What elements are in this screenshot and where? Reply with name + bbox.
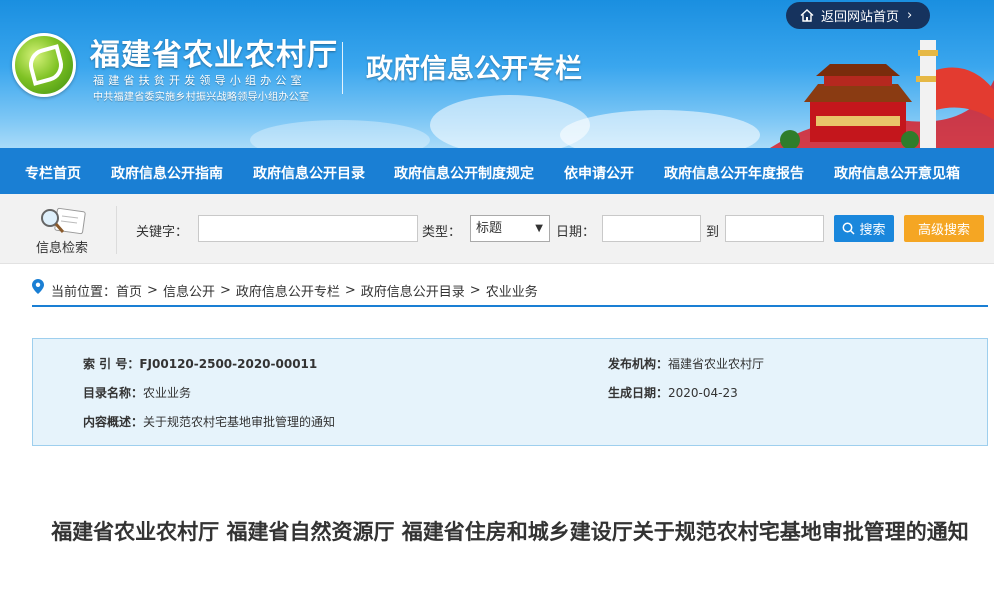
breadcrumb-prefix: 当前位置： (51, 284, 117, 300)
search-divider (116, 206, 117, 254)
keyword-input[interactable] (198, 215, 418, 242)
info-catalog: 目录名称：农业业务 (83, 384, 191, 401)
site-name: 福建省农业农村厅 (90, 38, 338, 73)
advanced-search-label: 高级搜索 (917, 223, 970, 238)
nav-item-annual-report[interactable]: 政府信息公开年度报告 (664, 163, 804, 183)
info-date: 生成日期：2020-04-23 (608, 384, 738, 401)
advanced-search-button[interactable]: 高级搜索 (904, 215, 984, 242)
nav-item-regulations[interactable]: 政府信息公开制度规定 (394, 163, 534, 183)
breadcrumb-item-home[interactable]: 首页 (116, 281, 142, 300)
search-section-label: 信息检索 (36, 241, 89, 256)
breadcrumb-item-agriculture[interactable]: 农业业务 (486, 281, 538, 300)
date-to-label: 到 (706, 225, 720, 240)
info-publisher-value: 福建省农业农村厅 (668, 357, 765, 371)
return-home-button[interactable]: 返回网站首页 › (786, 2, 930, 29)
return-home-label: 返回网站首页 (821, 10, 900, 25)
info-summary: 内容概述：关于规范农村宅基地审批管理的通知 (83, 413, 335, 430)
nav-item-application[interactable]: 依申请公开 (564, 163, 634, 183)
tiananmen-illustration (770, 40, 994, 148)
info-date-key: 生成日期： (608, 386, 669, 400)
nav-item-column-home[interactable]: 专栏首页 (25, 163, 81, 183)
site-subtitle-1: 福建省扶贫开发领导小组办公室 (93, 74, 306, 87)
home-icon (800, 9, 814, 22)
main-nav: 专栏首页 政府信息公开指南 政府信息公开目录 政府信息公开制度规定 依申请公开 … (0, 148, 994, 194)
date-to-input[interactable] (725, 215, 824, 242)
info-catalog-key: 目录名称： (83, 386, 144, 400)
type-select[interactable]: 标题 ▼ (470, 215, 550, 242)
document-info-box: 索 引 号：FJ00120-2500-2020-00011 发布机构：福建省农业… (32, 338, 988, 446)
article-title: 福建省农业农村厅 福建省自然资源厅 福建省住房和城乡建设厅关于规范农村宅基地审批… (51, 520, 969, 544)
breadcrumb-separator: > (344, 282, 356, 298)
date-from-input[interactable] (602, 215, 701, 242)
info-index-key: 索 引 号： (83, 357, 140, 371)
info-index-number: 索 引 号：FJ00120-2500-2020-00011 (83, 355, 317, 372)
info-catalog-value: 农业业务 (143, 386, 192, 400)
search-button-label: 搜索 (859, 223, 886, 238)
info-date-value: 2020-04-23 (668, 386, 738, 400)
info-summary-key: 内容概述： (83, 415, 144, 429)
nav-item-feedback[interactable]: 政府信息公开意见箱 (834, 163, 960, 183)
header-cloud (560, 110, 760, 148)
site-subtitle-2: 中共福建省委实施乡村振兴战略领导小组办公室 (93, 92, 310, 103)
search-button[interactable]: 搜索 (834, 215, 894, 242)
site-logo[interactable] (12, 33, 76, 97)
search-bar: 信息检索 关键字： 类型： 标题 ▼ 日期： 到 搜索 高级搜索 (0, 194, 994, 264)
site-header: 福建省农业农村厅 福建省扶贫开发领导小组办公室 中共福建省委实施乡村振兴战略领导… (0, 0, 994, 148)
breadcrumb-item-column[interactable]: 政府信息公开专栏 (236, 281, 340, 300)
info-publisher-key: 发布机构： (608, 357, 669, 371)
breadcrumb: 当前位置： 首页 > 信息公开 > 政府信息公开专栏 > 政府信息公开目录 > … (32, 275, 988, 307)
column-title: 政府信息公开专栏 (366, 54, 582, 85)
breadcrumb-separator: > (219, 282, 231, 298)
search-icon (843, 222, 856, 235)
info-publisher: 发布机构：福建省农业农村厅 (608, 355, 764, 372)
chevron-right-icon: › (907, 8, 913, 23)
date-label: 日期： (556, 225, 596, 240)
breadcrumb-item-catalog[interactable]: 政府信息公开目录 (361, 281, 465, 300)
breadcrumb-separator: > (147, 282, 158, 298)
header-cloud (250, 120, 430, 148)
nav-item-guide[interactable]: 政府信息公开指南 (111, 163, 223, 183)
dropdown-arrow-icon: ▼ (535, 223, 543, 234)
nav-item-catalog[interactable]: 政府信息公开目录 (253, 163, 365, 183)
magnifier-book-icon (41, 207, 86, 235)
type-label: 类型： (422, 225, 462, 240)
info-index-value: FJ00120-2500-2020-00011 (139, 357, 318, 371)
location-pin-icon (32, 278, 44, 294)
breadcrumb-item-info-open[interactable]: 信息公开 (163, 281, 215, 300)
header-divider (342, 42, 343, 94)
breadcrumb-separator: > (469, 282, 481, 298)
type-selected-value: 标题 (476, 221, 503, 236)
keyword-label: 关键字： (136, 225, 189, 240)
info-summary-value: 关于规范农村宅基地审批管理的通知 (143, 415, 336, 429)
